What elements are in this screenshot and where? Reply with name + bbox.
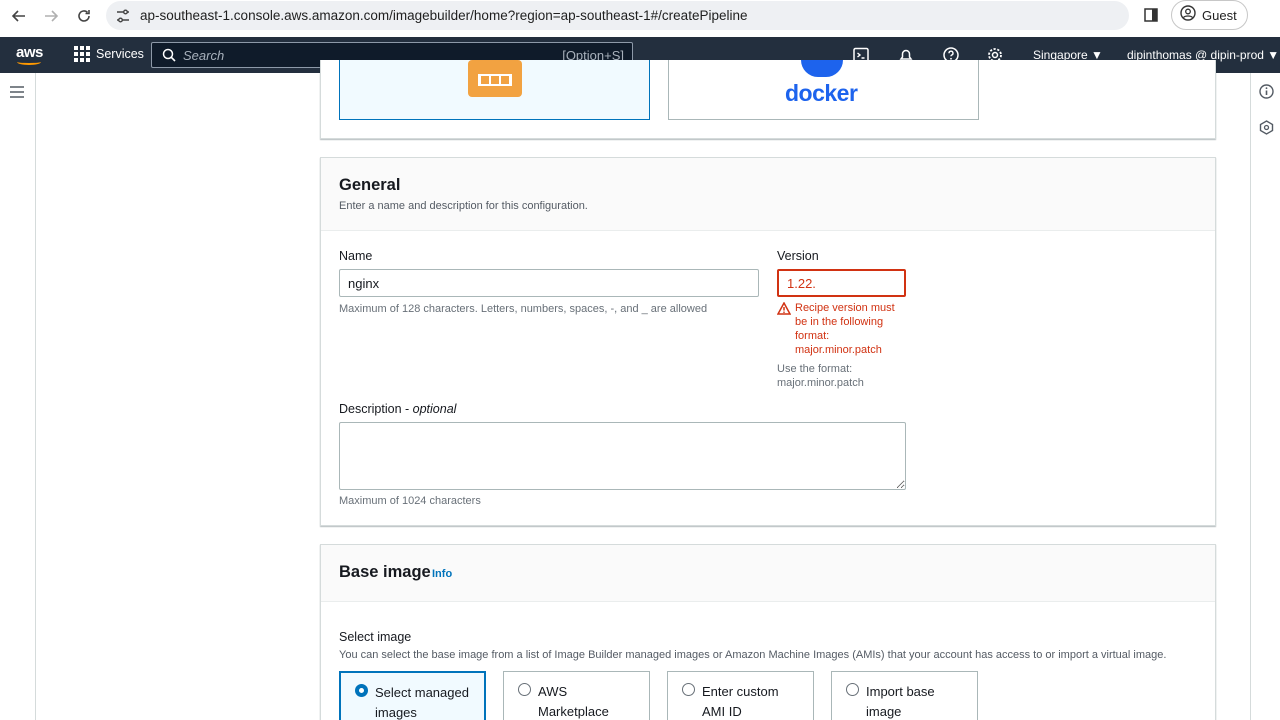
forward-arrow-icon[interactable] [41,6,61,26]
version-error-line: Recipe version must [795,302,895,314]
version-hint-line: major.minor.patch [777,377,864,389]
option-label: Import base image [866,684,935,719]
option-import-base-image[interactable]: Import base image [831,671,978,720]
version-error-line: format: [795,330,830,342]
version-hint-line: Use the format: [777,363,853,375]
description-label: Description - optional [339,402,456,416]
site-settings-icon[interactable] [115,8,131,24]
search-icon [162,48,176,62]
option-label: AWS Marketplace [538,684,609,719]
radio-selected-icon[interactable] [355,684,368,697]
tutorial-panel-icon[interactable] [1259,120,1274,140]
option-label: Enter custom AMI ID [702,684,779,719]
name-hint: Maximum of 128 characters. Letters, numb… [339,303,708,315]
ami-icon [468,60,522,102]
radio-unselected-icon[interactable] [518,683,531,696]
hamburger-menu-icon[interactable] [10,85,24,98]
name-label: Name [339,249,373,263]
radio-unselected-icon[interactable] [846,683,859,696]
services-label: Services [96,47,144,61]
option-enter-custom-ami-id[interactable]: Enter custom AMI ID [667,671,814,720]
description-hint: Maximum of 1024 characters [339,495,481,507]
reload-icon[interactable] [74,6,94,26]
option-label: Select managed images [375,685,469,720]
aws-smile-icon [17,59,41,65]
option-aws-marketplace[interactable]: AWS Marketplace [503,671,650,720]
side-panel-icon[interactable] [1143,7,1159,23]
general-subtitle: Enter a name and description for this co… [339,200,588,212]
warning-triangle-icon [776,301,792,320]
description-label-text: Description - [339,402,413,416]
name-input[interactable] [339,269,759,297]
base-image-title: Base image [339,563,431,581]
general-title: General [339,176,401,194]
url-text: ap-southeast-1.console.aws.amazon.com/im… [140,8,748,23]
back-arrow-icon[interactable] [9,6,29,26]
docker-whale-icon [801,60,843,77]
browser-toolbar: ap-southeast-1.console.aws.amazon.com/im… [0,0,1280,37]
description-optional-text: optional [412,402,457,416]
aws-logo[interactable]: aws [14,44,46,65]
select-image-subtitle: You can select the base image from a lis… [339,649,1167,661]
image-type-panel: docker [320,60,1216,139]
base-image-panel-header: Base image Info [321,545,1215,602]
version-error-message: Recipe version must be in the following … [795,301,895,357]
option-select-managed-images[interactable]: Select managed images [339,671,486,720]
profile-button[interactable]: Guest [1171,0,1248,30]
base-image-info-link[interactable]: Info [432,568,452,580]
services-menu-button[interactable]: Services [74,46,144,62]
version-error-line: be in the following [795,316,884,328]
profile-label: Guest [1202,7,1237,23]
radio-unselected-icon[interactable] [682,683,695,696]
docker-image-type-card[interactable]: docker [668,60,979,120]
select-image-label: Select image [339,630,412,644]
tools-rail [1250,73,1280,720]
info-panel-icon[interactable] [1259,84,1274,104]
description-textarea[interactable] [339,422,906,490]
side-navigation-rail [0,73,36,720]
version-input[interactable] [777,269,906,297]
version-hint: Use the format: major.minor.patch [777,362,864,390]
ami-image-type-card[interactable] [339,60,650,120]
search-placeholder: Search [183,48,225,63]
docker-wordmark: docker [785,80,858,106]
general-panel-header: General Enter a name and description for… [321,158,1215,231]
general-panel: General Enter a name and description for… [320,157,1216,526]
address-bar[interactable]: ap-southeast-1.console.aws.amazon.com/im… [106,1,1129,30]
version-error-line: major.minor.patch [795,344,882,356]
services-grid-icon [74,46,90,62]
account-circle-icon [1180,4,1196,26]
version-label: Version [777,249,819,263]
